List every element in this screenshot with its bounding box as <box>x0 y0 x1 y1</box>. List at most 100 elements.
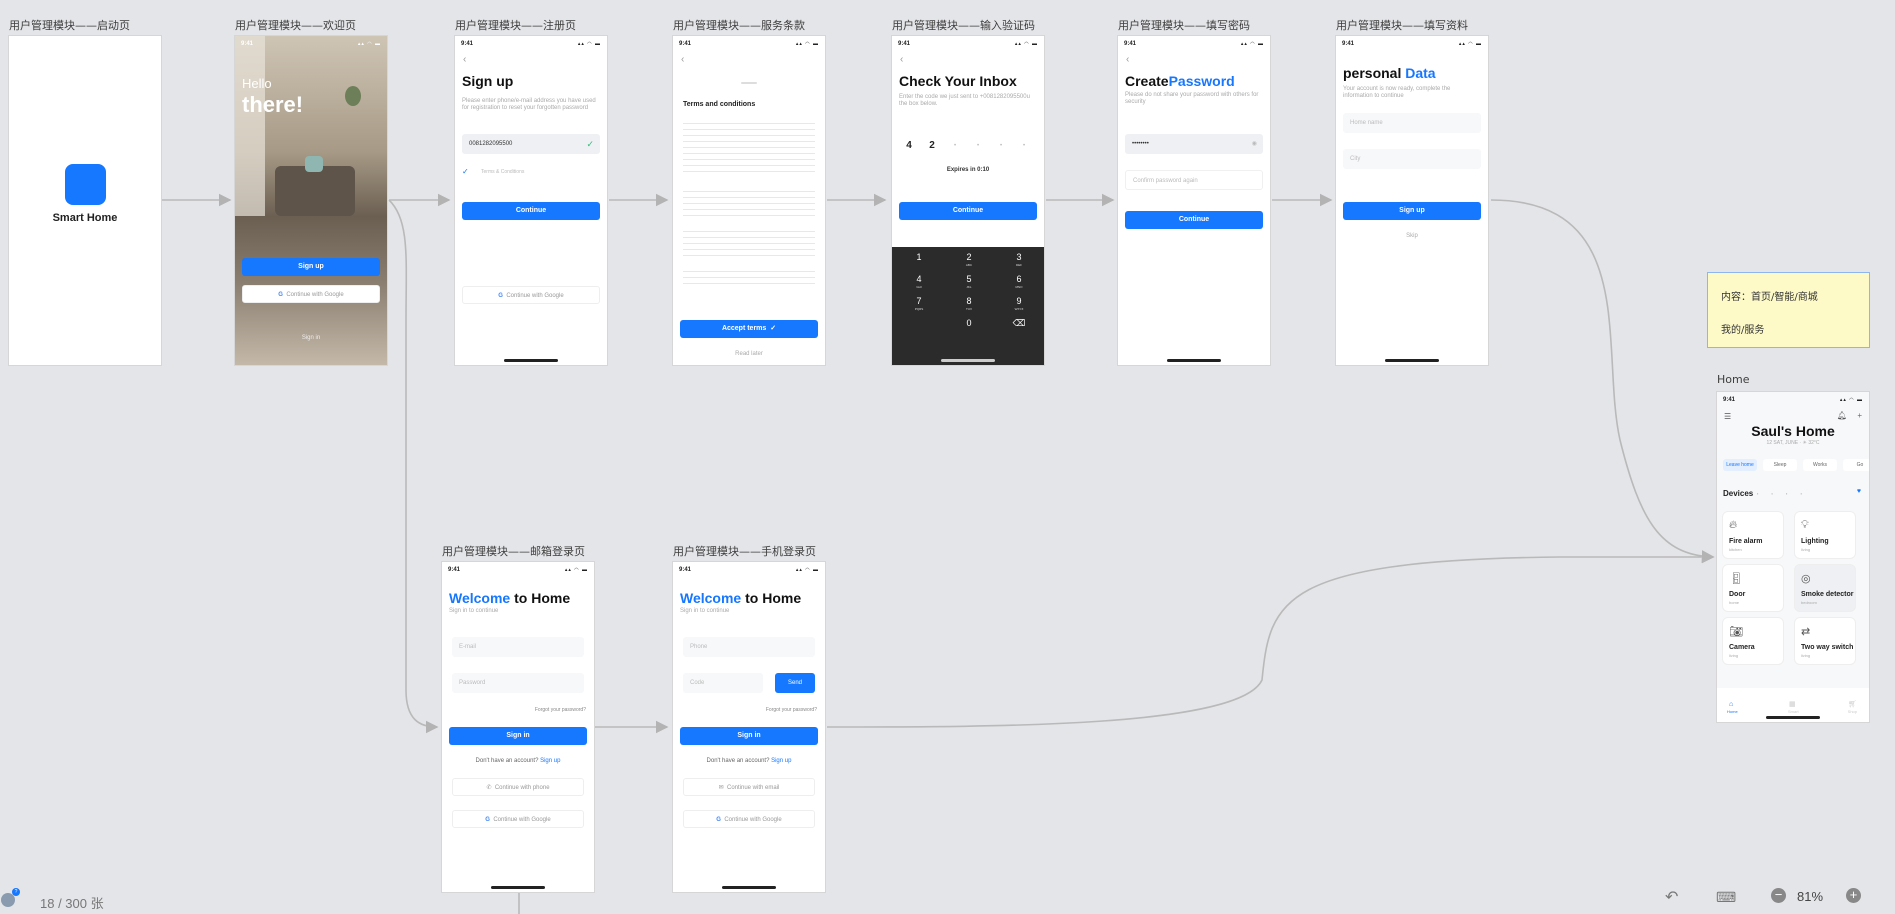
device-tile[interactable]: ⇄ Two way switch living <box>1795 618 1855 664</box>
status-time: 9:41 <box>461 41 474 47</box>
delete-key[interactable]: ⌫ <box>996 316 1042 334</box>
frame-signup[interactable]: 9:41 ▴▴ ◠ ▬ ‹ Sign up Please enter phone… <box>455 36 607 365</box>
terms-label[interactable]: Terms & Conditions <box>481 169 524 175</box>
continue-button[interactable]: Continue <box>899 202 1037 220</box>
frame-splash[interactable]: Smart Home <box>9 36 161 365</box>
city-input[interactable]: City <box>1343 149 1481 169</box>
tab-home[interactable]: ⌂ <box>1729 701 1733 708</box>
keypad-key[interactable]: 6 MNO <box>996 272 1042 290</box>
signup-link[interactable]: Sign up <box>771 758 791 764</box>
skip-link[interactable]: Skip <box>1336 233 1488 239</box>
email-login-button[interactable]: ✉ Continue with email <box>683 778 815 796</box>
keypad-key[interactable]: 5 JKL <box>946 272 992 290</box>
device-tile[interactable]: 🚪︎ Door home <box>1723 565 1783 611</box>
confirm-password-input[interactable]: Confirm password again <box>1125 170 1263 190</box>
favorite-icon[interactable]: ♥ <box>1857 488 1861 495</box>
read-later-link[interactable]: Read later <box>673 351 825 357</box>
signup-button[interactable]: Sign up <box>1343 202 1481 220</box>
continue-button[interactable]: Continue <box>1125 211 1263 229</box>
google-button-label: Continue with Google <box>493 817 551 823</box>
frame-title-profile: 用户管理模块——填写资料 <box>1336 19 1468 32</box>
accept-terms-button[interactable]: Accept terms ✓ <box>680 320 818 338</box>
send-code-button[interactable]: Send <box>775 673 815 693</box>
frame-profile[interactable]: 9:41 ▴▴ ◠ ▬ personal Data Your account i… <box>1336 36 1488 365</box>
phone-login-button[interactable]: ✆ Continue with phone <box>452 778 584 796</box>
page-title: Welcome to Home <box>680 590 801 606</box>
devices-filter-bar[interactable]: ▪ ▪ ▪ ▪ <box>1757 491 1808 496</box>
otp-digit: • <box>999 143 1003 149</box>
otp-input[interactable]: 4 2 • • • • <box>900 136 1036 156</box>
zoom-in-button[interactable]: + <box>1846 888 1861 903</box>
signin-link[interactable]: Sign in <box>235 335 387 341</box>
code-input[interactable]: Code <box>683 673 763 693</box>
google-button[interactable]: G Continue with Google <box>242 285 380 303</box>
google-button[interactable]: G Continue with Google <box>462 286 600 304</box>
prototype-canvas[interactable]: 用户管理模块——启动页 用户管理模块——欢迎页 用户管理模块——注册页 用户管理… <box>0 0 1895 914</box>
google-button[interactable]: G Continue with Google <box>452 810 584 828</box>
frame-inbox[interactable]: 9:41 ▴▴ ◠ ▬ ‹ Check Your Inbox Enter the… <box>892 36 1044 365</box>
password-input[interactable]: Password <box>452 673 584 693</box>
add-icon[interactable]: + <box>1857 411 1862 420</box>
keypad-key[interactable]: 9 WXYZ <box>996 294 1042 312</box>
frame-terms[interactable]: 9:41 ▴▴ ◠ ▬ ‹ Terms and conditions Accep… <box>673 36 825 365</box>
phone-input[interactable]: 0081282095500 ✓ <box>462 134 600 154</box>
password-input[interactable]: •••••••• ◉ <box>1125 134 1263 154</box>
device-icon: ⇄ <box>1801 626 1811 638</box>
sticky-note[interactable]: 内容：首页/智能/商城 我的/服务 <box>1707 272 1870 348</box>
zoom-out-button[interactable]: − <box>1771 888 1786 903</box>
terms-checkbox[interactable]: ✓ <box>462 167 469 176</box>
frame-welcome[interactable]: 9:41 ▴▴ ◠ ▬ Hello there! Sign up G Conti… <box>235 36 387 365</box>
signin-button[interactable]: Sign in <box>680 727 818 745</box>
device-tile[interactable]: 💡︎ Lighting living <box>1795 512 1855 558</box>
keypad-key[interactable]: 4 GHI <box>896 272 942 290</box>
scene-chip[interactable]: Sleep <box>1763 459 1797 471</box>
device-tile[interactable]: 🔥︎ Fire alarm kitchen <box>1723 512 1783 558</box>
key-digit: 0 <box>966 318 972 328</box>
devices-label: Devices <box>1723 489 1754 498</box>
title-part-b: Data <box>1405 65 1436 81</box>
back-icon[interactable]: ‹ <box>681 54 684 65</box>
numeric-keypad[interactable]: 1 2 ABC 3 DEF 4 GHI 5 JKL 6 MNO 7 PQRS 8 TUV 9 WXYZ 0 ⌫ <box>892 247 1044 365</box>
frame-password[interactable]: 9:41 ▴▴ ◠ ▬ ‹ CreatePassword Please do n… <box>1118 36 1270 365</box>
keyboard-icon[interactable]: ⌨ <box>1716 889 1736 906</box>
frame-email-login[interactable]: 9:41 ▴▴ ◠ ▬ Welcome to Home Sign in to c… <box>442 562 594 892</box>
otp-digit: 2 <box>929 140 935 151</box>
signup-link[interactable]: Sign up <box>540 758 560 764</box>
google-button[interactable]: G Continue with Google <box>683 810 815 828</box>
device-icon: ◎ <box>1801 573 1811 585</box>
back-icon[interactable]: ‹ <box>463 54 466 65</box>
phone-input[interactable]: Phone <box>683 637 815 657</box>
tab-shop[interactable]: 🛒︎ <box>1848 700 1857 708</box>
device-tile[interactable]: 📷︎ Camera living <box>1723 618 1783 664</box>
eye-icon[interactable]: ◉ <box>1252 134 1257 154</box>
scene-chip[interactable]: Leave home <box>1723 459 1757 471</box>
status-icons: ▴▴ ◠ ▬ <box>795 567 819 573</box>
signup-button[interactable]: Sign up <box>242 258 380 276</box>
keypad-key[interactable]: 1 <box>896 250 942 268</box>
google-button-label: Continue with Google <box>286 292 344 298</box>
keypad-key[interactable]: 0 <box>946 316 992 334</box>
keypad-key[interactable]: 2 ABC <box>946 250 992 268</box>
frame-home[interactable]: 9:41 ▴▴ ◠ ▬ ☰ 🔔︎ + Saul's Home 12 SAT, J… <box>1717 392 1869 722</box>
keypad-key[interactable]: 3 DEF <box>996 250 1042 268</box>
key-digit: 2 <box>966 252 972 262</box>
tab-smart[interactable]: ▦ <box>1789 700 1796 708</box>
menu-icon[interactable]: ☰ <box>1724 412 1731 421</box>
forgot-password-link[interactable]: Forgot your password? <box>766 707 817 713</box>
frame-phone-login[interactable]: 9:41 ▴▴ ◠ ▬ Welcome to Home Sign in to c… <box>673 562 825 892</box>
undo-icon[interactable]: ↶ <box>1665 887 1678 907</box>
keypad-key[interactable]: 7 PQRS <box>896 294 942 312</box>
forgot-password-link[interactable]: Forgot your password? <box>535 707 586 713</box>
email-input[interactable]: E-mail <box>452 637 584 657</box>
notification-icon[interactable]: 🔔︎ <box>1837 411 1847 420</box>
back-icon[interactable]: ‹ <box>900 54 903 65</box>
scene-chip[interactable]: Go <box>1843 459 1869 471</box>
connector-profile-home <box>1490 199 1715 563</box>
back-icon[interactable]: ‹ <box>1126 54 1129 65</box>
home-name-input[interactable]: Home name <box>1343 113 1481 133</box>
continue-button[interactable]: Continue <box>462 202 600 220</box>
keypad-key[interactable]: 8 TUV <box>946 294 992 312</box>
device-tile[interactable]: ◎ Smoke detector bedroom <box>1795 565 1855 611</box>
scene-chip[interactable]: Works <box>1803 459 1837 471</box>
signin-button[interactable]: Sign in <box>449 727 587 745</box>
